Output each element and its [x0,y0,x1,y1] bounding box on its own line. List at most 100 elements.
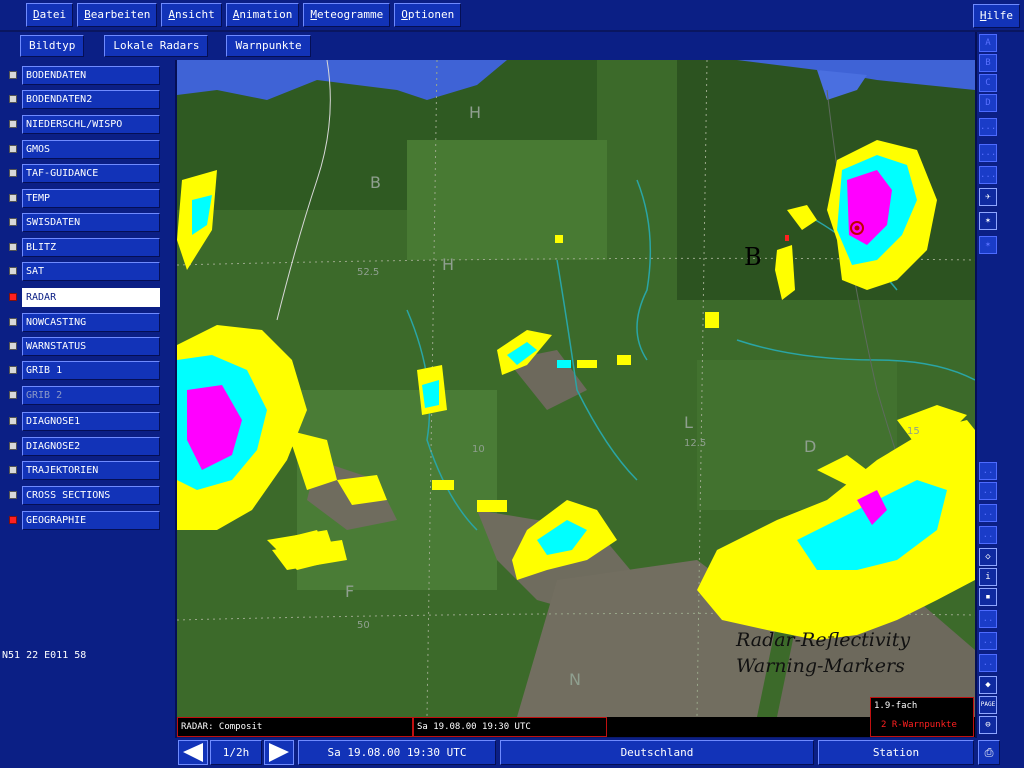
layer-checkbox[interactable] [9,417,17,425]
layer-label[interactable]: DIAGNOSE1 [22,412,160,431]
print-icon[interactable]: ⎙ [978,740,1000,765]
layer-gmos[interactable]: GMOS [9,140,162,159]
layer-label[interactable]: TRAJEKTORIEN [22,461,160,480]
layer-bodendaten[interactable]: BODENDATEN [9,66,162,85]
lokale-radars-button[interactable]: Lokale Radars [104,35,209,57]
menu-optionen[interactable]: Optionen [394,3,462,27]
menu-animation[interactable]: Animation [225,3,300,27]
layer-bodendaten2[interactable]: BODENDATEN2 [9,90,162,109]
tool-a-button[interactable]: A [979,34,997,52]
tool-button[interactable]: .. [979,632,997,650]
layer-checkbox[interactable] [9,145,17,153]
step-forward-button[interactable] [264,740,294,765]
tool-button[interactable]: ✶ [979,236,997,254]
tool-button[interactable]: ... [979,144,997,162]
layer-checkbox[interactable] [9,71,17,79]
layer-blitz[interactable]: BLITZ [9,238,162,257]
layer-label[interactable]: RADAR [22,288,160,307]
layer-label[interactable]: SWISDATEN [22,213,160,232]
layer-checkbox[interactable] [9,243,17,251]
layer-checkbox[interactable] [9,342,17,350]
layer-checkbox[interactable] [9,218,17,226]
layer-cross-sections[interactable]: CROSS SECTIONS [9,486,162,505]
layer-label[interactable]: NOWCASTING [22,313,160,332]
warning-marker-small[interactable] [785,235,789,241]
layer-checkbox[interactable] [9,516,17,524]
menu-meteogramme[interactable]: Meteogramme [303,3,391,27]
layer-checkbox[interactable] [9,293,17,301]
layer-checkbox[interactable] [9,95,17,103]
tool-button[interactable]: .. [979,610,997,628]
layer-checkbox[interactable] [9,169,17,177]
layer-label[interactable]: SAT [22,262,160,281]
layer-label[interactable]: GRIB 2 [22,386,160,405]
layer-label[interactable]: GEOGRAPHIE [22,511,160,530]
layer-radar[interactable]: RADAR [9,288,162,307]
menu-ansicht[interactable]: Ansicht [161,3,222,27]
layer-warnstatus[interactable]: WARNSTATUS [9,337,162,356]
layer-checkbox[interactable] [9,194,17,202]
layer-checkbox[interactable] [9,391,17,399]
tool-b-button[interactable]: B [979,54,997,72]
step-back-button[interactable] [178,740,208,765]
radar-map[interactable]: H H B B L D F N 52.5 50 10 12.5 15 [177,60,975,717]
layer-checkbox[interactable] [9,442,17,450]
zoom-icon[interactable]: ⊖ [979,716,997,734]
layer-label[interactable]: BODENDATEN [22,66,160,85]
tool-button[interactable]: .. [979,654,997,672]
layer-grib1[interactable]: GRIB 1 [9,361,162,380]
contour-icon[interactable]: ◇ [979,548,997,566]
layer-checkbox[interactable] [9,491,17,499]
page-button[interactable]: PAGE [979,696,997,714]
layer-label[interactable]: CROSS SECTIONS [22,486,160,505]
layers-icon[interactable]: ▪ [979,588,997,606]
region-selector[interactable]: Deutschland [500,740,814,765]
layer-checkbox[interactable] [9,318,17,326]
bildtyp-button[interactable]: Bildtyp [20,35,85,57]
tool-button[interactable]: .. [979,462,997,480]
layer-temp[interactable]: TEMP [9,189,162,208]
layer-diagnose2[interactable]: DIAGNOSE2 [9,437,162,456]
time-step-display[interactable]: 1/2h [210,740,262,765]
layer-label[interactable]: BODENDATEN2 [22,90,160,109]
tool-arrows-button[interactable]: ... [979,166,997,184]
tool-button[interactable]: .. [979,482,997,500]
palette-icon[interactable]: ◆ [979,676,997,694]
menu-hilfe[interactable]: Hilfe [972,4,1020,28]
tool-button[interactable]: ... [979,118,997,136]
layer-sat[interactable]: SAT [9,262,162,281]
aircraft-icon[interactable]: ✈ [979,188,997,206]
station-selector[interactable]: Station [818,740,974,765]
layer-swisdaten[interactable]: SWISDATEN [9,213,162,232]
layer-label[interactable]: WARNSTATUS [22,337,160,356]
star-icon[interactable]: ✶ [979,212,997,230]
tool-button[interactable]: .. [979,504,997,522]
layer-nowcasting[interactable]: NOWCASTING [9,313,162,332]
tool-button[interactable]: .. [979,526,997,544]
layer-diagnose1[interactable]: DIAGNOSE1 [9,412,162,431]
layer-label[interactable]: GMOS [22,140,160,159]
layer-checkbox[interactable] [9,120,17,128]
tool-d-button[interactable]: D [979,94,997,112]
layer-label[interactable]: NIEDERSCHL/WISPO [22,115,160,134]
layer-niederschl-wispo[interactable]: NIEDERSCHL/WISPO [9,115,162,134]
map-canvas[interactable]: H H B B L D F N 52.5 50 10 12.5 15 [177,60,975,717]
info-icon[interactable]: i [979,568,997,586]
datetime-display[interactable]: Sa 19.08.00 19:30 UTC [298,740,496,765]
layer-label[interactable]: DIAGNOSE2 [22,437,160,456]
layer-label[interactable]: TAF-GUIDANCE [22,164,160,183]
layer-checkbox[interactable] [9,466,17,474]
layer-trajektorien[interactable]: TRAJEKTORIEN [9,461,162,480]
layer-grib2[interactable]: GRIB 2 [9,386,162,405]
menu-datei[interactable]: Datei [26,3,74,27]
layer-taf-guidance[interactable]: TAF-GUIDANCE [9,164,162,183]
layer-label[interactable]: BLITZ [22,238,160,257]
layer-label[interactable]: TEMP [22,189,160,208]
layer-label[interactable]: GRIB 1 [22,361,160,380]
warnpunkte-button[interactable]: Warnpunkte [226,35,311,57]
layer-checkbox[interactable] [9,366,17,374]
layer-geographie[interactable]: GEOGRAPHIE [9,511,162,530]
layer-checkbox[interactable] [9,267,17,275]
tool-c-button[interactable]: C [979,74,997,92]
menu-bearbeiten[interactable]: Bearbeiten [77,3,158,27]
